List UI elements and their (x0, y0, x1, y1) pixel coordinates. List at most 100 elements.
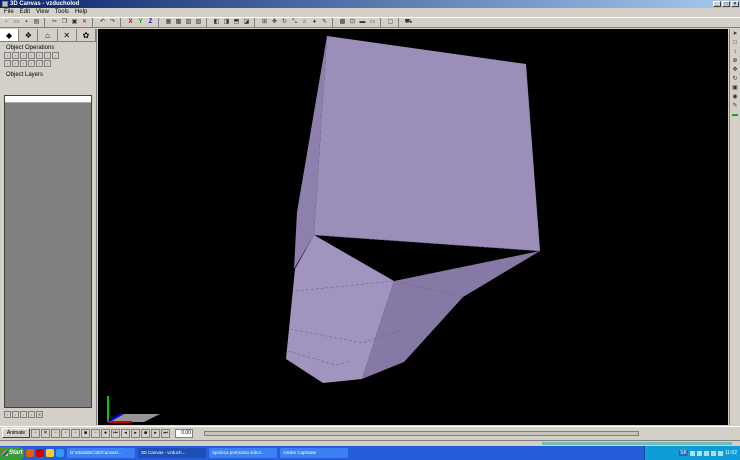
layer-row[interactable] (5, 96, 91, 103)
op-button[interactable]: ▫ (20, 52, 27, 59)
undo-icon[interactable]: ↶ (98, 18, 107, 27)
opera-icon[interactable] (36, 449, 44, 457)
orbit-icon[interactable]: ↻ (731, 75, 740, 83)
zoom-icon[interactable]: ⊕ (731, 57, 740, 65)
taskbar-item[interactable]: Adobe Captivate (280, 448, 348, 458)
monitor-icon[interactable]: ▢ (386, 18, 395, 27)
tab-modify[interactable]: ❖ (19, 29, 39, 41)
layer-up-button[interactable]: ▫ (20, 411, 27, 418)
op-button[interactable]: ▫ (28, 60, 35, 67)
tray-icon[interactable] (689, 450, 695, 456)
delete-icon[interactable]: ✕ (80, 18, 89, 27)
brush-icon[interactable]: ✎ (731, 102, 740, 110)
object-layers-list[interactable] (4, 95, 92, 408)
menu-tools[interactable]: Tools (55, 8, 69, 16)
view-front-icon[interactable]: ◧ (212, 18, 221, 27)
3d-viewport[interactable] (98, 29, 728, 425)
scale-icon[interactable]: ⤡ (290, 18, 299, 27)
light-add-icon[interactable]: ♦ (310, 18, 319, 27)
op-button[interactable]: ▫ (36, 60, 43, 67)
key-remove-icon[interactable]: ✕ (41, 428, 50, 438)
image-icon[interactable]: ▬ (358, 18, 367, 27)
tray-icon[interactable] (703, 450, 709, 456)
layer-remove-button[interactable]: ▫ (12, 411, 19, 418)
wire-icon[interactable]: ⊡ (348, 18, 357, 27)
pan-icon[interactable]: ✥ (731, 66, 740, 74)
record-icon[interactable]: ● (101, 428, 110, 438)
key-clear-icon[interactable]: ▫ (91, 428, 100, 438)
timeline-slider[interactable] (204, 430, 639, 436)
layer-down-button[interactable]: ▫ (28, 411, 35, 418)
language-indicator[interactable]: SK (679, 450, 688, 456)
key-stop-icon[interactable]: ■ (81, 428, 90, 438)
z-axis-icon[interactable]: Z (146, 18, 155, 27)
x-axis-icon[interactable]: X (126, 18, 135, 27)
tab-effects[interactable]: ✿ (77, 29, 97, 41)
scene-canvas[interactable] (98, 29, 728, 425)
redo-icon[interactable]: ↷ (108, 18, 117, 27)
key-copy-icon[interactable]: ▫ (51, 428, 60, 438)
menu-help[interactable]: Help (75, 8, 87, 16)
key-add-icon[interactable]: ▫ (31, 428, 40, 438)
key-option-icon[interactable]: ▫ (61, 428, 70, 438)
cut-icon[interactable]: ✂ (50, 18, 59, 27)
prev-frame-icon[interactable]: ◂ (121, 428, 130, 438)
taskbar-item[interactable]: Správca prebrania súbor... (209, 448, 277, 458)
move-icon[interactable]: ✥ (270, 18, 279, 27)
pointer-icon[interactable]: ➤ (731, 30, 740, 38)
move-vertical-icon[interactable]: ↕ (731, 48, 740, 56)
op-button[interactable]: ▫ (44, 60, 51, 67)
menu-file[interactable]: File (4, 8, 14, 16)
print-icon[interactable]: ▤ (32, 18, 41, 27)
camera-icon[interactable]: ⌂ (300, 18, 309, 27)
tray-icon[interactable] (696, 450, 702, 456)
snap-icon[interactable]: ▩ (174, 18, 183, 27)
paint-icon[interactable]: ✎ (320, 18, 329, 27)
stop-icon[interactable]: ■ (141, 428, 150, 438)
app-icon[interactable] (56, 449, 64, 457)
play-icon[interactable]: ▸ (131, 428, 140, 438)
op-button[interactable]: ▫ (36, 52, 43, 59)
texture-icon[interactable]: ▧ (184, 18, 193, 27)
op-button[interactable]: ▫ (44, 52, 51, 59)
tray-icon[interactable] (710, 450, 716, 456)
time-input[interactable]: 0.00 (175, 428, 193, 438)
tab-scene[interactable]: ⌂ (38, 29, 58, 41)
layer-add-button[interactable]: ▫ (4, 411, 11, 418)
copy-icon[interactable]: ❐ (60, 18, 69, 27)
op-button[interactable]: ▫ (4, 52, 11, 59)
layer-delete-button[interactable]: ✕ (36, 411, 43, 418)
explorer-icon[interactable] (46, 449, 54, 457)
clock[interactable]: 11:02 (725, 450, 737, 456)
fit-icon[interactable]: ▣ (731, 84, 740, 92)
op-button[interactable]: ▫ (12, 52, 19, 59)
menu-edit[interactable]: Edit (20, 8, 30, 16)
start-button[interactable]: Start (0, 446, 24, 460)
firefox-icon[interactable] (26, 449, 34, 457)
view-persp-icon[interactable]: ◪ (242, 18, 251, 27)
op-button[interactable]: ▫ (12, 60, 19, 67)
rotate-icon[interactable]: ↻ (280, 18, 289, 27)
scene-icon[interactable]: ▭ (368, 18, 377, 27)
y-axis-icon[interactable]: Y (136, 18, 145, 27)
cart-icon[interactable]: ⛟ (404, 18, 413, 27)
paste-icon[interactable]: ▣ (70, 18, 79, 27)
op-button[interactable]: ▫ (4, 60, 11, 67)
close-button[interactable]: × (731, 1, 739, 7)
paint-bucket-icon[interactable]: ◉ (731, 93, 740, 101)
volume-icon[interactable] (717, 450, 723, 456)
taskbar-item-active[interactable]: 3D Canvas - vzduch... (138, 448, 206, 458)
key-loop-icon[interactable]: ▫ (71, 428, 80, 438)
menu-view[interactable]: View (36, 8, 49, 16)
view-side-icon[interactable]: ◨ (222, 18, 231, 27)
view-top-icon[interactable]: ⬒ (232, 18, 241, 27)
open-icon[interactable]: ▭ (12, 18, 21, 27)
first-frame-icon[interactable]: ⏮ (111, 428, 120, 438)
animate-button[interactable]: Animate (2, 428, 30, 438)
select-box-icon[interactable]: □ (731, 39, 740, 47)
maximize-button[interactable]: □ (722, 1, 730, 7)
tab-objects[interactable]: ◆ (0, 29, 20, 41)
taskbar-item[interactable]: D:\Skola\BC\3DCanvas\... (67, 448, 135, 458)
minimize-button[interactable]: _ (713, 1, 721, 7)
op-button[interactable]: ▫ (52, 52, 59, 59)
